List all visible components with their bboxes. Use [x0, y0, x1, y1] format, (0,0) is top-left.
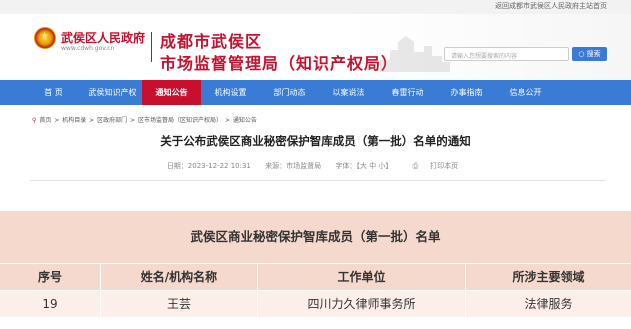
breadcrumb-sep: > [89, 117, 95, 124]
member-table: 武侯区商业秘密保护智库成员（第一批）名单 序号 姓名/机构名称 工作单位 所涉主… [0, 211, 631, 317]
header-cell-employer: 工作单位 [258, 264, 466, 290]
site-header: 武侯区人民政府 www.cdwh.gov.cn 成都市武侯区 市场监督管理局（知… [0, 14, 631, 80]
cell-name: 王芸 [101, 291, 258, 317]
article-meta: 日期：2023-12-22 10:31 来源：市场监督局 字体：【大 中 小】 … [0, 161, 631, 171]
header-cell-name: 姓名/机构名称 [101, 264, 258, 290]
article-title: 关于公布武侯区商业秘密保护智库成员（第一批）名单的通知 [160, 134, 471, 148]
table-title: 武侯区商业秘密保护智库成员（第一批）名单 [0, 211, 631, 263]
table-header-row: 序号 姓名/机构名称 工作单位 所涉主要领域 [0, 263, 631, 290]
search-button[interactable]: ○ 搜索 [572, 47, 607, 61]
breadcrumb-bureau[interactable]: 区市场监督局（区知识产权局） [138, 117, 222, 124]
search-input[interactable]: 请输入您想要搜索的内容 [444, 47, 569, 61]
nav-item-news[interactable]: 部门动态 [260, 80, 319, 105]
printer-icon: ⎙ [412, 162, 419, 170]
back-to-main-site-link[interactable]: 返回成都市武侯区人民政府主站首页 [495, 1, 607, 11]
search-button-label: 搜索 [586, 50, 601, 58]
cell-employer: 四川力久律师事务所 [258, 291, 466, 317]
search-icon: ○ [578, 50, 585, 58]
national-emblem-icon [34, 27, 56, 49]
nav-item-spring-thunder[interactable]: 春雷行动 [378, 80, 437, 105]
article-source: 来源：市场监督局 [265, 162, 322, 170]
nav-item-notices[interactable]: 通知公告 [142, 80, 201, 105]
skyline-decoration-icon [380, 36, 450, 72]
gov-name: 武侯区人民政府 [61, 31, 146, 45]
nav-item-guide[interactable]: 办事指南 [437, 80, 496, 105]
breadcrumb-sep: > [224, 117, 230, 124]
breadcrumb-sep: > [130, 117, 136, 124]
breadcrumb-catalog[interactable]: 机构目录 [62, 117, 86, 124]
breadcrumb-notices[interactable]: 通知公告 [233, 117, 257, 124]
cell-index: 19 [0, 291, 101, 317]
font-size-selector[interactable]: 字体：【大 中 小】 [335, 162, 392, 170]
header-cell-index: 序号 [0, 264, 101, 290]
header-divider [151, 32, 152, 62]
site-title-line1: 成都市武侯区 [160, 32, 263, 51]
cell-field: 法律服务 [524, 297, 573, 311]
location-icon: ⚲ [32, 117, 37, 124]
content-divider [30, 180, 605, 181]
nav-item-info[interactable]: 信息公开 [496, 80, 555, 105]
gov-url: www.cdwh.gov.cn [61, 45, 115, 52]
nav-item-ip[interactable]: 武侯知识产权 [83, 80, 142, 105]
print-button[interactable]: ⎙ 打印本页 [407, 162, 465, 170]
nav-item-org[interactable]: 机构设置 [201, 80, 260, 105]
main-nav: 首 页 武侯知识产权 通知公告 机构设置 部门动态 以案说法 春雷行动 办事指南… [0, 80, 631, 105]
table-row: 19 王芸 四川力久律师事务所 法律服务 [0, 290, 631, 317]
article-date: 日期：2023-12-22 10:31 [166, 162, 251, 170]
print-label: 打印本页 [430, 162, 459, 170]
nav-item-cases[interactable]: 以案说法 [319, 80, 378, 105]
breadcrumb-depts[interactable]: 区政府部门 [97, 117, 127, 124]
breadcrumb-sep: > [54, 117, 60, 124]
site-title-line2: 市场监督管理局（知识产权局） [160, 54, 399, 73]
breadcrumb: ⚲ 首页 > 机构目录 > 区政府部门 > 区市场监督局（区知识产权局） > 通… [32, 115, 258, 124]
breadcrumb-home[interactable]: 首页 [39, 117, 51, 124]
nav-item-home[interactable]: 首 页 [24, 80, 83, 105]
header-cell-field: 所涉主要领域 [512, 270, 585, 284]
top-bar: 返回成都市武侯区人民政府主站首页 [0, 0, 631, 14]
